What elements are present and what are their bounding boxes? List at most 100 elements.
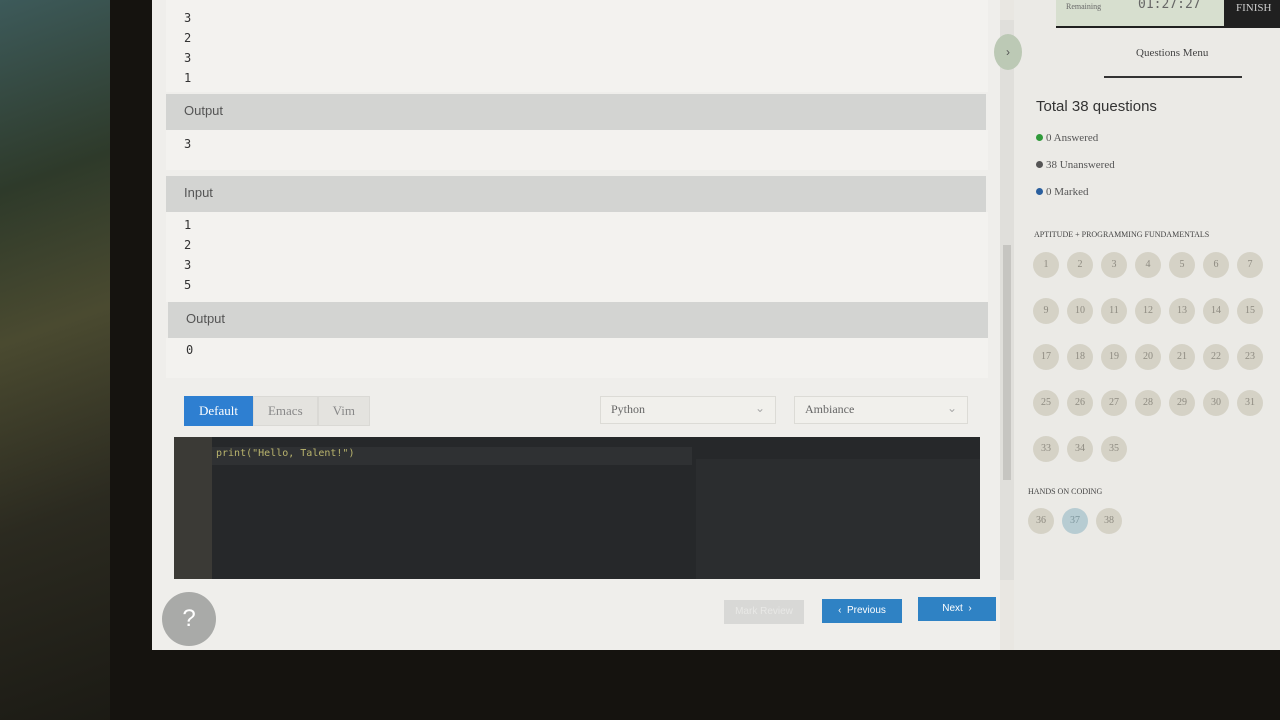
input-value: 2 xyxy=(184,31,192,45)
question-10-button[interactable]: 10 xyxy=(1067,298,1093,324)
unanswered-label: 38 Unanswered xyxy=(1046,159,1115,171)
editor-gutter xyxy=(174,437,212,579)
timer-box: Remaining 01:27:27 xyxy=(1056,0,1224,26)
question-34-button[interactable]: 34 xyxy=(1067,436,1093,462)
tab-underline xyxy=(1104,76,1242,78)
question-35-button[interactable]: 35 xyxy=(1101,436,1127,462)
question-12-button[interactable]: 12 xyxy=(1135,298,1161,324)
collapse-sidebar-button[interactable]: › xyxy=(994,34,1022,70)
question-13-button[interactable]: 13 xyxy=(1169,298,1195,324)
input-value: 1 xyxy=(184,71,192,85)
chevron-down-icon: ⌄ xyxy=(946,401,957,415)
question-28-button[interactable]: 28 xyxy=(1135,390,1161,416)
keymap-tabs: Default Emacs Vim xyxy=(184,396,370,426)
unanswered-dot-icon xyxy=(1036,161,1043,168)
question-6-button[interactable]: 6 xyxy=(1203,252,1229,278)
previous-button[interactable]: ‹ Previous xyxy=(822,599,902,623)
unanswered-stat: 38 Unanswered xyxy=(1036,159,1115,171)
question-21-button[interactable]: 21 xyxy=(1169,344,1195,370)
input-header: Input xyxy=(166,176,986,212)
question-37-button[interactable]: 37 xyxy=(1062,508,1088,534)
marked-label: 0 Marked xyxy=(1046,186,1089,198)
code-editor[interactable]: print("Hello, Talent!") xyxy=(174,437,980,579)
question-15-button[interactable]: 15 xyxy=(1237,298,1263,324)
question-1-button[interactable]: 1 xyxy=(1033,252,1059,278)
question-25-button[interactable]: 25 xyxy=(1033,390,1059,416)
answered-label: 0 Answered xyxy=(1046,132,1099,144)
scrollbar-thumb[interactable] xyxy=(1003,245,1011,480)
input-value: 1 xyxy=(184,218,192,232)
editor-pane xyxy=(696,459,980,579)
testcase1-output xyxy=(166,130,988,170)
testcase1-input xyxy=(166,0,988,92)
theme-select[interactable]: Ambiance ⌄ xyxy=(794,396,968,424)
question-3-button[interactable]: 3 xyxy=(1101,252,1127,278)
section-title: HANDS ON CODING xyxy=(1028,487,1103,496)
code-line: print("Hello, Talent!") xyxy=(216,448,355,459)
keymap-tab-vim[interactable]: Vim xyxy=(317,396,370,426)
question-20-button[interactable]: 20 xyxy=(1135,344,1161,370)
timer-label: Remaining xyxy=(1066,2,1102,11)
testcase2-output xyxy=(166,338,988,378)
question-38-button[interactable]: 38 xyxy=(1096,508,1122,534)
marked-dot-icon xyxy=(1036,188,1043,195)
question-14-button[interactable]: 14 xyxy=(1203,298,1229,324)
question-27-button[interactable]: 27 xyxy=(1101,390,1127,416)
language-select[interactable]: Python ⌄ xyxy=(600,396,776,424)
chevron-left-icon: ‹ xyxy=(838,605,847,616)
question-18-button[interactable]: 18 xyxy=(1067,344,1093,370)
question-9-button[interactable]: 9 xyxy=(1033,298,1059,324)
timer-value: 01:27:27 xyxy=(1138,0,1201,12)
output-label: Output xyxy=(186,311,226,326)
theme-value: Ambiance xyxy=(805,402,855,416)
output-header: Output xyxy=(166,94,986,130)
input-value: 5 xyxy=(184,278,192,292)
marked-stat: 0 Marked xyxy=(1036,186,1088,198)
chevron-right-icon: › xyxy=(1006,45,1010,59)
question-30-button[interactable]: 30 xyxy=(1203,390,1229,416)
question-4-button[interactable]: 4 xyxy=(1135,252,1161,278)
question-33-button[interactable]: 33 xyxy=(1033,436,1059,462)
question-29-button[interactable]: 29 xyxy=(1169,390,1195,416)
timer-bar: Remaining 01:27:27 FINISH xyxy=(1056,0,1280,28)
chevron-down-icon: ⌄ xyxy=(754,401,765,415)
question-26-button[interactable]: 26 xyxy=(1067,390,1093,416)
question-11-button[interactable]: 11 xyxy=(1101,298,1127,324)
finish-button[interactable]: FINISH xyxy=(1236,2,1271,14)
help-button[interactable]: ? xyxy=(162,592,216,646)
input-value: 3 xyxy=(184,51,192,65)
output-value: 0 xyxy=(186,343,194,357)
question-19-button[interactable]: 19 xyxy=(1101,344,1127,370)
keymap-tab-default[interactable]: Default xyxy=(184,396,253,426)
answered-stat: 0 Answered xyxy=(1036,132,1098,144)
input-value: 2 xyxy=(184,238,192,252)
questions-menu-tab[interactable]: Questions Menu xyxy=(1136,47,1208,59)
question-panel: 3 2 3 1 Output 3 Input 1 2 3 5 Output 0 … xyxy=(152,0,1000,650)
question-31-button[interactable]: 31 xyxy=(1237,390,1263,416)
question-22-button[interactable]: 22 xyxy=(1203,344,1229,370)
question-5-button[interactable]: 5 xyxy=(1169,252,1195,278)
testcase2-input xyxy=(166,212,988,302)
answered-dot-icon xyxy=(1036,134,1043,141)
question-7-button[interactable]: 7 xyxy=(1237,252,1263,278)
next-button[interactable]: Next › xyxy=(918,597,996,621)
previous-label: Previous xyxy=(846,605,886,616)
question-23-button[interactable]: 23 xyxy=(1237,344,1263,370)
section-title: APTITUDE + PROGRAMMING FUNDAMENTALS xyxy=(1034,230,1210,239)
output-value: 3 xyxy=(184,137,192,151)
input-value: 3 xyxy=(184,11,192,25)
input-label: Input xyxy=(184,185,213,200)
question-2-button[interactable]: 2 xyxy=(1067,252,1093,278)
total-questions: Total 38 questions xyxy=(1036,98,1157,115)
question-36-button[interactable]: 36 xyxy=(1028,508,1054,534)
output-label: Output xyxy=(184,103,224,118)
mark-review-button[interactable]: Mark Review xyxy=(724,600,804,624)
output-header: Output xyxy=(168,302,988,338)
chevron-right-icon: › xyxy=(962,603,972,614)
language-value: Python xyxy=(611,402,646,416)
scrollbar[interactable] xyxy=(1000,20,1014,580)
screen: 3 2 3 1 Output 3 Input 1 2 3 5 Output 0 … xyxy=(152,0,1280,650)
question-17-button[interactable]: 17 xyxy=(1033,344,1059,370)
keymap-tab-emacs[interactable]: Emacs xyxy=(252,396,318,426)
next-label: Next xyxy=(942,603,963,614)
